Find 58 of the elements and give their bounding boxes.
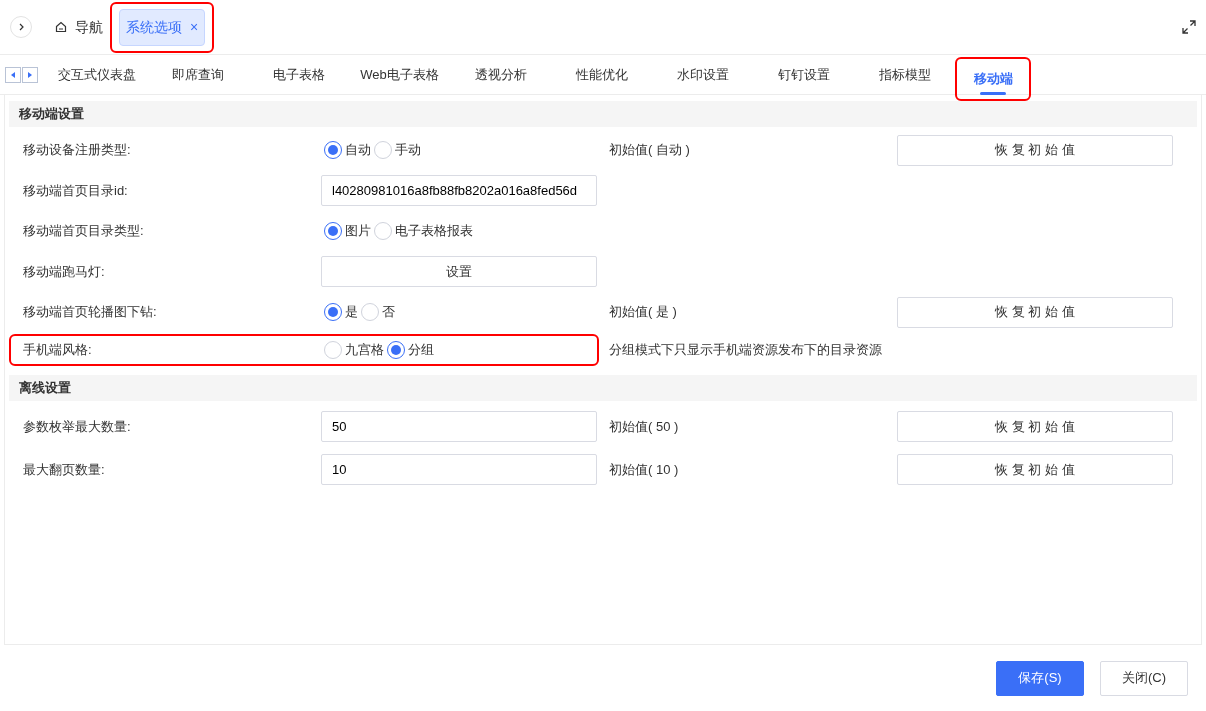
page-tab[interactable]: 导航 [48,8,110,46]
settings-button[interactable]: 设置 [321,256,597,287]
field-label: 手机端风格: [23,341,93,360]
initial-value-text: 初始值( 是 ) [608,303,678,322]
triangle-right-icon [26,69,34,80]
radio-button[interactable] [387,341,406,359]
radio-label: 分组 [408,341,435,360]
fullscreen-icon[interactable] [1182,20,1196,34]
text-field[interactable]: 50 [321,411,597,442]
text-field[interactable]: l40280981016a8fb88fb8202a016a8fed56d [321,175,597,206]
field-label: 参数枚举最大数量: [23,417,132,436]
radio-label: 九宫格 [345,341,385,360]
page-tab[interactable]: 系统选项 × [119,8,206,46]
expand-sidebar-button[interactable] [10,16,32,38]
settings-tab[interactable]: 钉钉设置 [753,58,854,91]
settings-tab[interactable]: 水印设置 [652,58,753,91]
section-header: 离线设置 [9,375,1197,401]
scroll-left-button[interactable] [5,66,21,83]
initial-value-text: 初始值( 10 ) [608,460,680,479]
settings-tab[interactable]: 即席查询 [147,58,248,91]
home-icon [55,21,67,33]
reset-button[interactable]: 恢 复 初 始 值 [897,134,1173,166]
initial-value-text: 初始值( 自动 ) [608,141,691,160]
radio-label: 手动 [395,141,422,160]
settings-tab[interactable]: 电子表格 [248,58,349,91]
save-button[interactable]: 保存(S) [996,660,1084,696]
settings-tab[interactable]: 透视分析 [450,58,551,91]
initial-value-text: 初始值( 50 ) [608,417,680,436]
field-label: 移动设备注册类型: [23,141,132,160]
radio-label: 图片 [345,222,372,241]
settings-tab[interactable]: 移动端 [957,62,1029,95]
hint-text: 分组模式下只显示手机端资源发布下的目录资源 [608,341,883,359]
settings-tab[interactable]: 指标模型 [854,58,955,91]
field-label: 移动端跑马灯: [23,262,106,281]
section-header: 移动端设置 [9,101,1197,127]
field-label: 最大翻页数量: [23,460,106,479]
reset-button[interactable]: 恢 复 初 始 值 [897,454,1173,485]
radio-label: 电子表格报表 [395,222,474,241]
close-button[interactable]: 关闭(C) [1100,660,1188,696]
settings-tab[interactable]: 交互式仪表盘 [46,58,147,91]
field-label: 移动端首页目录类型: [23,222,145,241]
field-label: 移动端首页轮播图下钻: [23,303,158,322]
close-icon[interactable]: × [190,16,199,38]
scroll-right-button[interactable] [22,66,38,83]
radio-button[interactable] [324,222,343,240]
radio-label: 自动 [345,141,372,160]
reset-button[interactable]: 恢 复 初 始 值 [897,296,1173,328]
radio-label: 是 [345,303,359,322]
settings-tab[interactable]: Web电子表格 [349,58,450,91]
triangle-left-icon [9,69,17,80]
settings-tab[interactable]: 性能优化 [551,58,652,91]
text-field[interactable]: 10 [321,454,597,485]
chevron-right-icon [17,23,25,31]
field-label: 移动端首页目录id: [23,181,129,200]
radio-button[interactable] [324,303,343,321]
radio-button[interactable] [324,141,343,159]
radio-label: 否 [382,303,396,322]
reset-button[interactable]: 恢 复 初 始 值 [897,411,1173,442]
